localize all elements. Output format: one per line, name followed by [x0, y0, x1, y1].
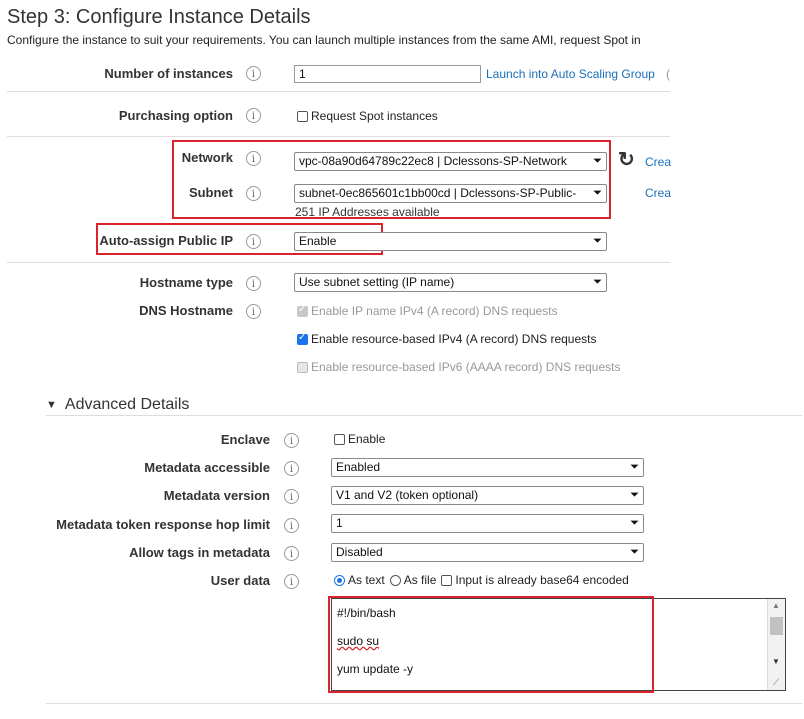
allow-tags-select[interactable]: Disabled ⏷	[331, 543, 644, 562]
create-subnet-link[interactable]: Crea	[645, 186, 671, 200]
divider	[46, 703, 802, 704]
base64-checkbox[interactable]	[441, 574, 453, 586]
subnet-value: subnet-0ec865601c1bb00cd | Dclessons-SP-…	[299, 186, 577, 200]
subnet-label: Subnet	[188, 185, 233, 200]
info-icon[interactable]: i	[246, 108, 261, 123]
auto-assign-ip-select[interactable]: Enable ⏷	[294, 232, 607, 251]
metadata-version-value: V1 and V2 (token optional)	[336, 488, 479, 502]
hop-limit-label: Metadata token response hop limit	[56, 517, 270, 532]
chevron-down-icon: ⏷	[593, 155, 602, 167]
hop-limit-select[interactable]: 1 ⏷	[331, 514, 644, 533]
chevron-down-icon: ⏷	[630, 489, 639, 501]
network-label: Network	[181, 150, 233, 165]
chevron-down-icon: ⏷	[593, 276, 602, 288]
info-icon[interactable]: i	[284, 574, 299, 589]
metadata-accessible-label: Metadata accessible	[144, 460, 270, 475]
metadata-version-select[interactable]: V1 and V2 (token optional) ⏷	[331, 486, 644, 505]
checkbox-box[interactable]	[297, 332, 308, 345]
info-icon[interactable]: i	[284, 461, 299, 476]
info-icon[interactable]: i	[284, 489, 299, 504]
create-vpc-link[interactable]: Crea	[645, 155, 671, 169]
chevron-down-icon: ⏷	[593, 187, 602, 199]
request-spot-label: Request Spot instances	[311, 109, 438, 123]
network-value: vpc-08a90d64789c22ec8 | Dclessons-SP-Net…	[299, 154, 567, 168]
scroll-up-icon[interactable]: ▲	[772, 601, 780, 610]
metadata-accessible-value: Enabled	[336, 460, 381, 474]
user-data-highlight	[328, 596, 654, 693]
metadata-accessible-select[interactable]: Enabled ⏷	[331, 458, 644, 477]
refresh-icon[interactable]: ↻	[618, 147, 635, 172]
ip-available-note: 251 IP Addresses available	[295, 205, 440, 219]
hostname-type-select[interactable]: Use subnet setting (IP name) ⏷	[294, 273, 607, 292]
divider	[7, 136, 670, 137]
page-title: Step 3: Configure Instance Details	[7, 6, 311, 28]
page-subtitle: Configure the instance to suit your requ…	[7, 33, 641, 47]
info-icon[interactable]: i	[284, 433, 299, 448]
as-file-label: As file	[403, 573, 437, 587]
chevron-down-icon: ⏷	[630, 546, 639, 558]
purchasing-option-label: Purchasing option	[118, 108, 233, 123]
request-spot-checkbox[interactable]: Request Spot instances	[297, 109, 438, 123]
dns-ipname-label: Enable IP name IPv4 (A record) DNS reque…	[311, 304, 558, 318]
dns-resource-ipv4-checkbox[interactable]: Enable resource-based IPv4 (A record) DN…	[297, 332, 596, 346]
dns-resource-ipv6-label: Enable resource-based IPv6 (AAAA record)…	[311, 360, 621, 374]
as-file-radio[interactable]	[389, 574, 401, 586]
checkbox-box	[297, 304, 308, 317]
divider	[46, 415, 802, 416]
user-data-label: User data	[210, 573, 270, 588]
hostname-type-value: Use subnet setting (IP name)	[299, 275, 455, 289]
base64-label: Input is already base64 encoded	[455, 573, 629, 587]
network-select[interactable]: vpc-08a90d64789c22ec8 | Dclessons-SP-Net…	[294, 152, 607, 171]
link-suffix: (	[666, 67, 670, 81]
launch-auto-scaling-link[interactable]: Launch into Auto Scaling Group	[486, 67, 655, 81]
enclave-label: Enclave	[220, 432, 270, 447]
checkbox-box	[297, 361, 308, 373]
allow-tags-label: Allow tags in metadata	[129, 545, 270, 560]
scroll-down-icon[interactable]: ▼	[772, 657, 780, 666]
scroll-thumb[interactable]	[770, 617, 783, 635]
enclave-enable-label: Enable	[348, 432, 386, 446]
info-icon[interactable]: i	[246, 66, 261, 81]
resize-grip-icon[interactable]: ⟋	[773, 677, 779, 688]
number-of-instances-input[interactable]: 1	[294, 65, 481, 83]
dns-ipname-option: Enable IP name IPv4 (A record) DNS reque…	[297, 304, 558, 318]
dns-resource-ipv4-label: Enable resource-based IPv4 (A record) DN…	[311, 332, 597, 346]
info-icon[interactable]: i	[246, 276, 261, 291]
auto-assign-ip-value: Enable	[299, 234, 337, 248]
auto-assign-ip-label: Auto-assign Public IP	[99, 233, 233, 248]
number-of-instances-label: Number of instances	[104, 66, 233, 81]
divider	[7, 262, 670, 263]
advanced-details-title: Advanced Details	[64, 396, 190, 413]
dns-resource-ipv6-option: Enable resource-based IPv6 (AAAA record)…	[297, 360, 620, 374]
enclave-checkbox[interactable]: Enable	[334, 432, 385, 446]
textarea-scrollbar[interactable]: ▲ ▼ ⟋	[767, 599, 785, 690]
as-text-radio[interactable]	[334, 574, 345, 586]
info-icon[interactable]: i	[284, 518, 299, 533]
hostname-type-label: Hostname type	[139, 275, 233, 290]
info-icon[interactable]: i	[246, 304, 261, 319]
info-icon[interactable]: i	[246, 151, 261, 166]
divider	[7, 91, 670, 92]
chevron-down-icon: ⏷	[630, 461, 639, 473]
user-data-options: As text As file Input is already base64 …	[334, 573, 629, 587]
checkbox-box[interactable]	[334, 433, 345, 445]
metadata-version-label: Metadata version	[163, 488, 270, 503]
chevron-down-icon: ⏷	[630, 517, 639, 529]
hop-limit-value: 1	[336, 516, 343, 530]
subnet-select[interactable]: subnet-0ec865601c1bb00cd | Dclessons-SP-…	[294, 184, 607, 203]
expand-icon: ▼	[46, 399, 57, 411]
checkbox-box[interactable]	[297, 110, 308, 122]
advanced-details-toggle[interactable]: ▼ Advanced Details	[46, 396, 189, 414]
dns-hostname-label: DNS Hostname	[139, 303, 233, 318]
info-icon[interactable]: i	[284, 546, 299, 561]
chevron-down-icon: ⏷	[593, 235, 602, 247]
info-icon[interactable]: i	[246, 186, 261, 201]
allow-tags-value: Disabled	[336, 545, 383, 559]
as-text-label: As text	[348, 573, 385, 587]
info-icon[interactable]: i	[246, 234, 261, 249]
